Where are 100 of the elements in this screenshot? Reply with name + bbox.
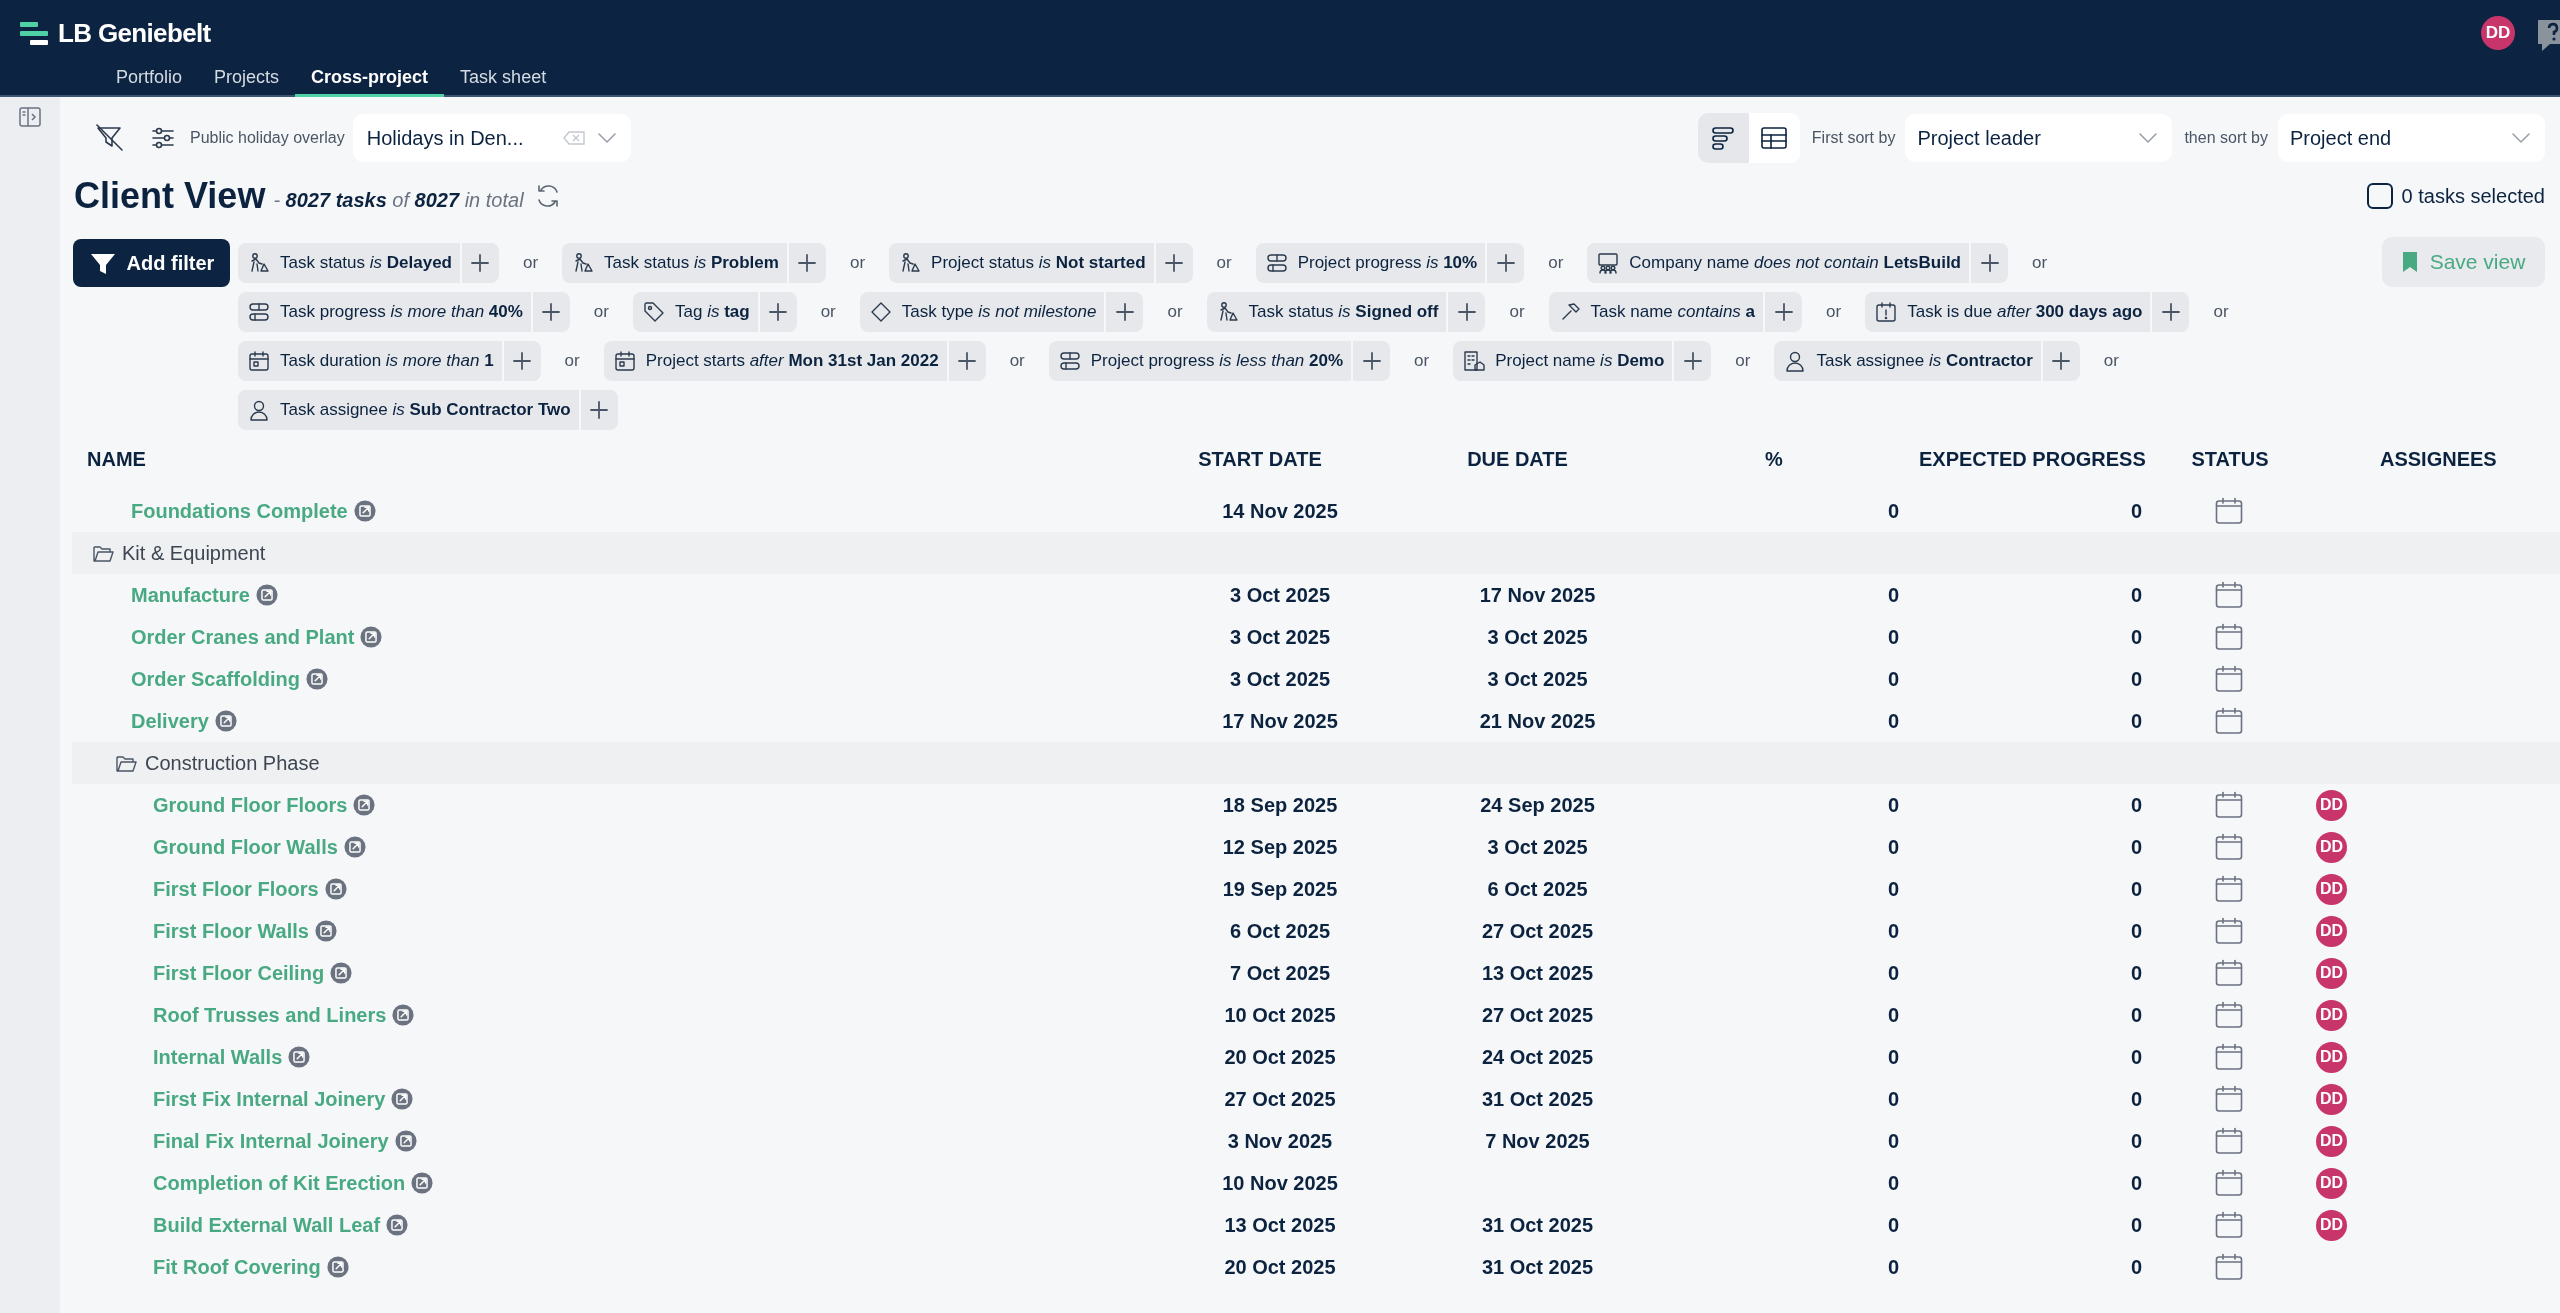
- filter-chip[interactable]: Task assignee is Sub Contractor Two: [238, 390, 618, 430]
- filter-condition-text: Task name contains a: [1590, 301, 1756, 324]
- filter-condition-text: Project progress is less than 20%: [1090, 350, 1344, 373]
- table-icon: [1761, 127, 1788, 149]
- open-task-icon[interactable]: [288, 1046, 311, 1068]
- nav-tab[interactable]: Cross-project: [295, 60, 445, 97]
- start-date: 20 Oct 2025: [1223, 1255, 1337, 1280]
- filter-chip[interactable]: Task duration is more than 1: [238, 341, 541, 381]
- start-date: 14 Nov 2025: [1221, 499, 1339, 524]
- select-all-checkbox[interactable]: [2366, 183, 2393, 209]
- assignee-avatar[interactable]: DD: [2316, 957, 2347, 989]
- help-chat-icon[interactable]: [2536, 18, 2560, 52]
- sidebar-toggle-icon[interactable]: [19, 107, 41, 127]
- assignee-avatar[interactable]: DD: [2316, 831, 2347, 863]
- due-date: 21 Nov 2025: [1478, 709, 1597, 734]
- chevron-down-icon[interactable]: [2511, 132, 2531, 144]
- add-filter-button[interactable]: Add filter: [73, 239, 230, 287]
- filter-chip[interactable]: Project starts after Mon 31st Jan 2022: [603, 341, 986, 381]
- assignee-avatar[interactable]: DD: [2316, 1167, 2347, 1199]
- column-header[interactable]: %: [1665, 444, 1905, 474]
- folder-icon[interactable]: [116, 754, 137, 772]
- filter-chip[interactable]: Task progress is more than 40%: [238, 292, 570, 332]
- filter-chip[interactable]: Task status is Delayed: [238, 243, 499, 283]
- holiday-select-value: Holidays in Den...: [366, 126, 525, 151]
- column-header[interactable]: ASSIGNEES: [2310, 444, 2560, 474]
- open-task-icon[interactable]: [386, 1214, 409, 1236]
- then-sort-value: Project end: [2290, 126, 2393, 151]
- open-task-icon[interactable]: [305, 668, 328, 690]
- nav-tab[interactable]: Projects: [198, 60, 296, 97]
- first-sort-select[interactable]: Project leader: [1905, 114, 2173, 162]
- expected-figure: 0: [2129, 1255, 2143, 1280]
- progress-bars-icon: [1058, 350, 1081, 372]
- filter-chip[interactable]: Task is due after 300 days ago: [1865, 292, 2190, 332]
- filter-chip[interactable]: Task status is Problem: [562, 243, 826, 283]
- plus-icon: [798, 254, 817, 272]
- open-task-icon[interactable]: [343, 836, 366, 858]
- start-date: 3 Oct 2025: [1228, 583, 1332, 608]
- due-date: 7 Nov 2025: [1484, 1129, 1591, 1154]
- then-sort-select[interactable]: Project end: [2278, 114, 2545, 162]
- filter-chip[interactable]: Project status is Not started: [889, 243, 1193, 283]
- filter-chip[interactable]: Task type is not milestone: [859, 292, 1144, 332]
- chevron-down-icon[interactable]: [2138, 132, 2159, 144]
- or-label: or: [2213, 301, 2229, 324]
- filter-chip[interactable]: Project progress is less than 20%: [1048, 341, 1391, 381]
- expected-figure: 0: [2129, 961, 2143, 986]
- filter-chip[interactable]: Project name is Demo: [1453, 341, 1712, 381]
- filter-chip[interactable]: Task status is Signed off: [1206, 292, 1486, 332]
- filter-chip[interactable]: Project progress is 10%: [1255, 243, 1525, 283]
- calendar-status-icon: [2214, 1127, 2243, 1155]
- or-label: or: [523, 252, 539, 275]
- assignee-avatar[interactable]: DD: [2316, 789, 2347, 821]
- column-header[interactable]: STATUS: [2150, 444, 2310, 474]
- column-header[interactable]: EXPECTED PROGRESS: [1905, 444, 2150, 474]
- open-task-icon[interactable]: [353, 794, 376, 816]
- folder-icon[interactable]: [93, 544, 114, 562]
- nav-tab[interactable]: Task sheet: [444, 60, 563, 97]
- assignee-avatar[interactable]: DD: [2316, 873, 2347, 905]
- filter-chip[interactable]: Task name contains a: [1548, 292, 1803, 332]
- open-task-icon[interactable]: [326, 1256, 349, 1278]
- open-task-icon[interactable]: [360, 626, 383, 648]
- assignee-avatar[interactable]: DD: [2316, 1209, 2347, 1241]
- filter-chip[interactable]: Task assignee is Contractor: [1774, 341, 2080, 381]
- filter-chip[interactable]: Company name does not contain LetsBuild: [1587, 243, 2008, 283]
- chevron-down-icon[interactable]: [596, 132, 617, 144]
- filter-chip[interactable]: Tag is tag: [633, 292, 797, 332]
- open-task-icon[interactable]: [314, 920, 337, 942]
- expected-figure: 0: [2129, 1129, 2143, 1154]
- assignee-avatar[interactable]: DD: [2316, 1125, 2347, 1157]
- open-task-icon[interactable]: [392, 1004, 415, 1026]
- holiday-select[interactable]: Holidays in Den...: [352, 114, 631, 162]
- group-name[interactable]: Construction Phase: [145, 748, 320, 778]
- refresh-icon[interactable]: [535, 184, 560, 208]
- open-task-icon[interactable]: [394, 1130, 417, 1152]
- filter-condition-text: Task duration is more than 1: [280, 350, 494, 373]
- open-task-icon[interactable]: [353, 500, 376, 522]
- assignee-avatar[interactable]: DD: [2316, 1083, 2347, 1115]
- gantt-view-button[interactable]: [1697, 113, 1749, 163]
- filter-off-icon[interactable]: [95, 123, 125, 153]
- assignee-avatar[interactable]: DD: [2316, 1041, 2347, 1073]
- start-date: 13 Oct 2025: [1223, 1213, 1337, 1238]
- sliders-icon[interactable]: [150, 125, 176, 151]
- calendar-status-icon: [2214, 497, 2243, 525]
- open-task-icon[interactable]: [324, 878, 347, 900]
- open-task-icon[interactable]: [255, 584, 278, 606]
- group-name[interactable]: Kit & Equipment: [122, 538, 266, 568]
- open-task-icon[interactable]: [411, 1172, 434, 1194]
- due-date: 27 Oct 2025: [1480, 1003, 1595, 1028]
- open-task-icon[interactable]: [391, 1088, 414, 1110]
- progress-percent: 0: [1886, 1255, 1900, 1280]
- assignee-avatar[interactable]: DD: [2316, 999, 2347, 1031]
- calendar-status-icon: [2214, 1253, 2243, 1281]
- user-avatar[interactable]: DD: [2481, 16, 2515, 50]
- plus-icon: [1496, 254, 1515, 272]
- assignee-avatar[interactable]: DD: [2316, 915, 2347, 947]
- or-label: or: [564, 350, 580, 373]
- open-task-icon[interactable]: [330, 962, 353, 984]
- open-task-icon[interactable]: [214, 710, 237, 732]
- diamond-icon: [869, 301, 892, 323]
- nav-tab[interactable]: Portfolio: [100, 60, 199, 97]
- calendar-status-icon: [2214, 707, 2243, 735]
